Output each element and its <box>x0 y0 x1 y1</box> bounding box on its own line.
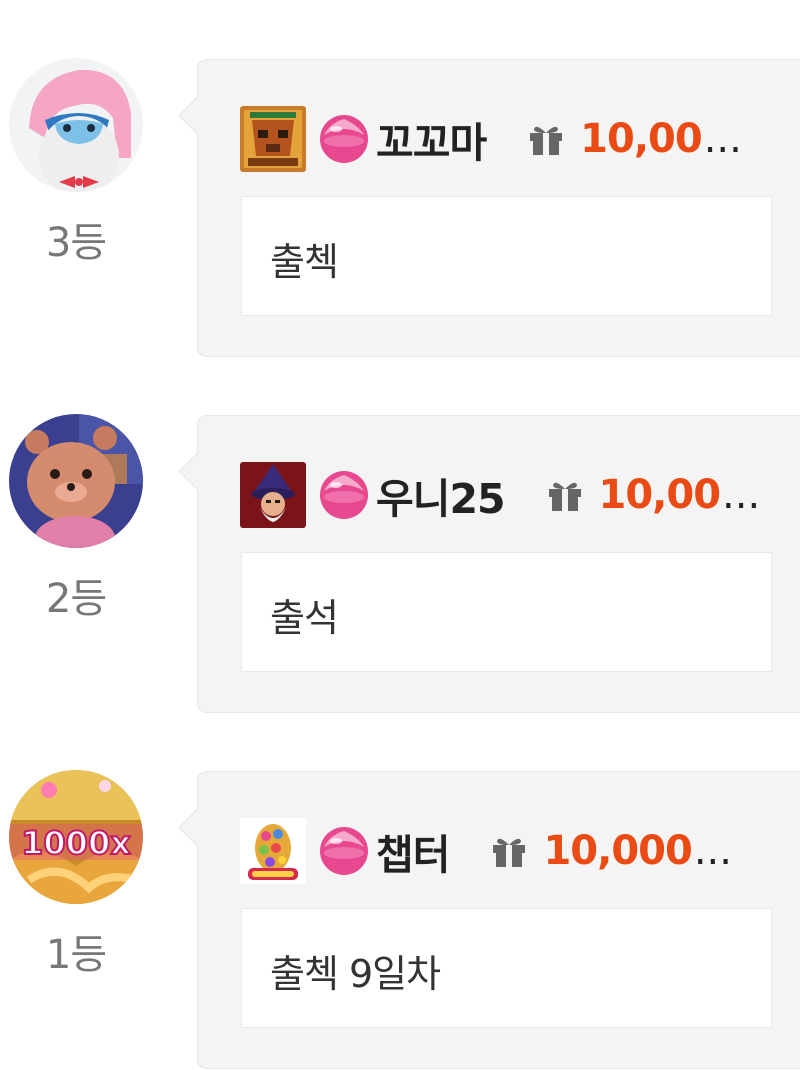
message-text: 출석 <box>270 596 339 640</box>
avatar[interactable] <box>9 414 143 548</box>
nickname[interactable]: 우니25 <box>376 465 505 525</box>
gift-amount: 10,00 <box>580 116 703 162</box>
candy-gem-icon <box>318 469 370 521</box>
message-header: 꼬꼬마 10,00... <box>240 104 742 174</box>
message-header: 챕터 10,000... <box>240 816 732 886</box>
gift-icon <box>526 119 566 159</box>
rank-label: 2등 <box>45 576 107 622</box>
bubble-tail <box>178 452 217 491</box>
entry-rank-2: 2등 우니25 10,00 ... 출석 <box>0 414 800 714</box>
bubble-tail <box>178 808 217 847</box>
nickname[interactable]: 챕터 <box>376 821 450 881</box>
rank-label: 3등 <box>45 220 107 266</box>
entry-rank-1: 1000x 1등 챕터 10,000 ... 출첵 9일차 <box>0 770 800 1070</box>
nickname[interactable]: 꼬꼬마 <box>376 109 487 169</box>
gift-amount: 10,00 <box>598 472 722 518</box>
ellipsis: ... <box>693 828 732 874</box>
pink-hair-shark-avatar-icon <box>9 58 143 192</box>
message-box: 출첵 <box>241 196 772 316</box>
entry-rank-3: 3등 꼬꼬마 10,00 ... 출첵 <box>0 58 800 358</box>
message-text: 출첵 9일차 <box>270 952 441 996</box>
brown-quokka-avatar-icon <box>9 414 143 548</box>
ellipsis: ... <box>722 472 761 518</box>
chat-bubble: 챕터 10,000... 출첵 9일차 <box>178 771 800 1069</box>
scatter-egg-game-icon <box>240 818 306 884</box>
avatar[interactable] <box>9 58 143 192</box>
rank-label: 1등 <box>45 932 107 978</box>
svg-text:1000x: 1000x <box>21 824 131 862</box>
gift-amount: 10,000 <box>543 828 692 874</box>
chat-bubble: 우니25 10,00... 출석 <box>178 415 800 713</box>
message-header: 우니25 10,00... <box>240 460 760 530</box>
avatar[interactable]: 1000x <box>9 770 143 904</box>
candy-gem-icon <box>318 113 370 165</box>
candy-gem-icon <box>318 825 370 877</box>
1000x-candy-avatar-icon: 1000x <box>9 770 143 904</box>
ellipsis: ... <box>703 116 742 162</box>
message-box: 출석 <box>241 552 772 672</box>
gift-icon <box>489 831 529 871</box>
message-box: 출첵 9일차 <box>241 908 772 1028</box>
aztec-mask-game-icon <box>240 106 306 172</box>
bubble-tail <box>178 96 217 135</box>
wizard-game-icon <box>240 462 306 528</box>
chat-bubble: 꼬꼬마 10,00... 출첵 <box>178 59 800 357</box>
message-text: 출첵 <box>270 240 339 284</box>
gift-icon <box>545 475 585 515</box>
